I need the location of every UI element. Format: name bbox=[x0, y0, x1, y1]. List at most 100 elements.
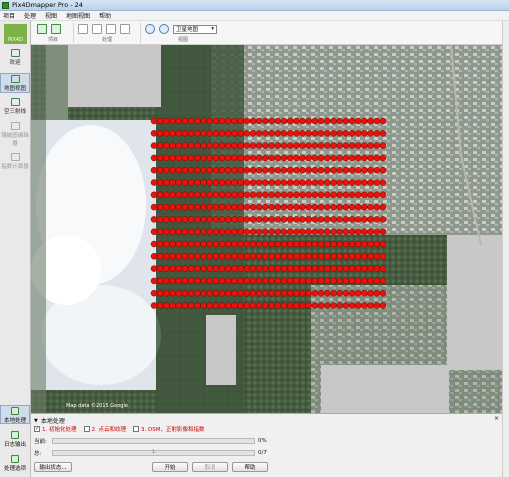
camera-point[interactable] bbox=[175, 130, 183, 137]
camera-point[interactable] bbox=[317, 130, 325, 137]
camera-point[interactable] bbox=[379, 130, 387, 137]
camera-point[interactable] bbox=[163, 289, 170, 297]
camera-point[interactable] bbox=[181, 277, 189, 285]
camera-point[interactable] bbox=[262, 277, 269, 285]
camera-point[interactable] bbox=[200, 216, 207, 223]
camera-point[interactable] bbox=[262, 117, 269, 125]
camera-point[interactable] bbox=[163, 277, 170, 285]
camera-point[interactable] bbox=[361, 216, 368, 223]
camera-point[interactable] bbox=[156, 142, 164, 149]
camera-point[interactable] bbox=[175, 166, 183, 174]
camera-point[interactable] bbox=[163, 253, 170, 260]
camera-point[interactable] bbox=[218, 265, 226, 272]
camera-point[interactable] bbox=[225, 130, 232, 137]
camera-point[interactable] bbox=[187, 179, 195, 186]
camera-point[interactable] bbox=[354, 228, 362, 235]
camera-point[interactable] bbox=[194, 277, 201, 285]
camera-point[interactable] bbox=[237, 289, 244, 297]
camera-point[interactable] bbox=[274, 117, 282, 125]
camera-point[interactable] bbox=[268, 265, 275, 272]
camera-point[interactable] bbox=[225, 191, 232, 199]
camera-point[interactable] bbox=[324, 240, 331, 248]
camera-point[interactable] bbox=[379, 154, 387, 162]
camera-point[interactable] bbox=[181, 203, 189, 211]
camera-point[interactable] bbox=[330, 203, 337, 211]
step-checkbox[interactable]: ✓ bbox=[34, 426, 40, 432]
camera-point[interactable] bbox=[330, 302, 337, 309]
camera-point[interactable] bbox=[237, 130, 244, 137]
camera-point[interactable] bbox=[243, 154, 251, 162]
camera-point[interactable] bbox=[354, 277, 362, 285]
camera-point[interactable] bbox=[348, 265, 356, 272]
camera-point[interactable] bbox=[317, 142, 325, 149]
camera-point[interactable] bbox=[249, 142, 257, 149]
camera-point[interactable] bbox=[336, 142, 343, 149]
camera-point[interactable] bbox=[218, 191, 226, 199]
camera-point[interactable] bbox=[187, 216, 195, 223]
camera-point[interactable] bbox=[324, 179, 331, 186]
camera-point[interactable] bbox=[194, 216, 201, 223]
camera-point[interactable] bbox=[262, 166, 269, 174]
camera-point[interactable] bbox=[206, 117, 213, 125]
camera-point[interactable] bbox=[330, 240, 337, 248]
camera-point[interactable] bbox=[336, 228, 343, 235]
camera-point[interactable] bbox=[150, 203, 158, 211]
camera-point[interactable] bbox=[361, 203, 368, 211]
camera-point[interactable] bbox=[342, 142, 350, 149]
camera-point[interactable] bbox=[317, 203, 325, 211]
camera-point[interactable] bbox=[262, 228, 269, 235]
camera-point[interactable] bbox=[169, 265, 176, 272]
camera-point[interactable] bbox=[255, 240, 263, 248]
camera-point[interactable] bbox=[373, 253, 381, 260]
camera-point[interactable] bbox=[293, 265, 300, 272]
camera-point[interactable] bbox=[243, 216, 251, 223]
camera-point[interactable] bbox=[231, 216, 238, 223]
camera-point[interactable] bbox=[243, 130, 251, 137]
camera-point[interactable] bbox=[237, 277, 244, 285]
camera-point[interactable] bbox=[354, 154, 362, 162]
sidebar-item-mosaic-editor[interactable]: 镶嵌图编辑器 bbox=[0, 121, 30, 149]
camera-point[interactable] bbox=[305, 130, 312, 137]
camera-point[interactable] bbox=[348, 302, 356, 309]
camera-point[interactable] bbox=[361, 117, 368, 125]
camera-point[interactable] bbox=[268, 203, 275, 211]
camera-point[interactable] bbox=[187, 265, 195, 272]
camera-point[interactable] bbox=[156, 179, 164, 186]
sidebar-item-welcome[interactable]: 欢迎 bbox=[0, 48, 30, 68]
camera-point[interactable] bbox=[255, 277, 263, 285]
camera-point[interactable] bbox=[169, 130, 176, 137]
camera-point[interactable] bbox=[255, 191, 263, 199]
camera-point[interactable] bbox=[280, 302, 288, 309]
camera-point[interactable] bbox=[379, 216, 387, 223]
camera-point[interactable] bbox=[156, 228, 164, 235]
camera-point[interactable] bbox=[324, 253, 331, 260]
camera-point[interactable] bbox=[156, 277, 164, 285]
camera-point[interactable] bbox=[243, 142, 251, 149]
camera-point[interactable] bbox=[286, 240, 294, 248]
camera-point[interactable] bbox=[330, 179, 337, 186]
camera-point[interactable] bbox=[175, 191, 183, 199]
camera-point[interactable] bbox=[237, 154, 244, 162]
camera-point[interactable] bbox=[286, 117, 294, 125]
camera-point[interactable] bbox=[231, 117, 238, 125]
camera-point[interactable] bbox=[237, 191, 244, 199]
camera-point[interactable] bbox=[342, 265, 350, 272]
camera-point[interactable] bbox=[373, 154, 381, 162]
sidebar-item-ray-cloud[interactable]: 空三射线 bbox=[0, 97, 30, 117]
camera-point[interactable] bbox=[163, 142, 170, 149]
camera-point[interactable] bbox=[286, 203, 294, 211]
step-checkbox[interactable] bbox=[133, 426, 139, 432]
camera-point[interactable] bbox=[231, 240, 238, 248]
camera-point[interactable] bbox=[299, 191, 306, 199]
camera-point[interactable] bbox=[200, 179, 207, 186]
camera-point[interactable] bbox=[336, 302, 343, 309]
camera-point[interactable] bbox=[243, 228, 251, 235]
camera-point[interactable] bbox=[156, 117, 164, 125]
camera-point[interactable] bbox=[361, 154, 368, 162]
camera-point[interactable] bbox=[379, 302, 387, 309]
camera-point[interactable] bbox=[187, 240, 195, 248]
camera-point[interactable] bbox=[299, 265, 306, 272]
camera-point[interactable] bbox=[249, 265, 257, 272]
camera-point[interactable] bbox=[181, 117, 189, 125]
camera-point[interactable] bbox=[150, 228, 158, 235]
